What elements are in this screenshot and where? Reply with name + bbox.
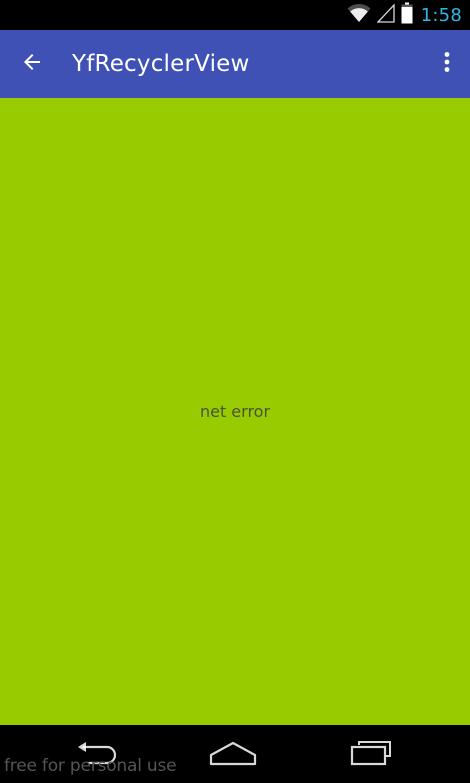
home-icon: [209, 740, 257, 771]
status-time: 1:58: [420, 4, 462, 26]
nav-recents-button[interactable]: [341, 737, 401, 773]
arrow-back-icon: [20, 50, 44, 79]
status-icons: 1:58: [347, 2, 462, 29]
status-bar: 1:58: [0, 0, 470, 30]
nav-home-button[interactable]: [203, 737, 263, 773]
more-vert-icon: [443, 50, 451, 79]
overflow-menu-button[interactable]: [432, 44, 462, 84]
app-bar: YfRecyclerView: [0, 30, 470, 98]
wifi-icon: [347, 3, 371, 28]
signal-icon: [376, 2, 395, 28]
battery-icon: [401, 2, 413, 29]
watermark-text: free for personal use: [4, 756, 177, 776]
recycler-view-content: net error: [0, 98, 470, 725]
app-title: YfRecyclerView: [72, 51, 250, 77]
recents-icon: [349, 740, 393, 771]
navigate-up-button[interactable]: [12, 44, 52, 84]
error-message: net error: [199, 402, 271, 421]
phone-screen: 1:58 YfRecyclerView net error free for p…: [0, 0, 470, 783]
